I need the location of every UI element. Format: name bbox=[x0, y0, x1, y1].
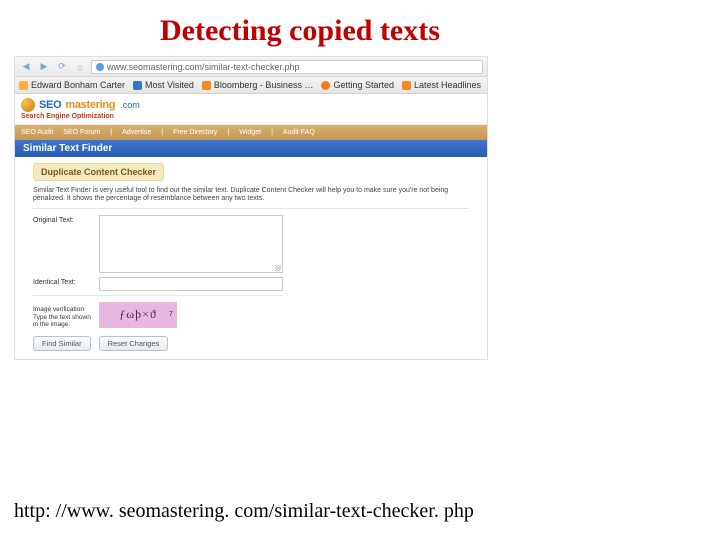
nav-widget[interactable]: Widget bbox=[239, 129, 261, 136]
bookmark-icon bbox=[202, 81, 211, 90]
tool-title-bar: Similar Text Finder bbox=[15, 140, 487, 157]
site-tagline: Search Engine Optimization bbox=[21, 113, 481, 120]
bookmark-icon bbox=[133, 81, 142, 90]
bookmark-label: Bloomberg - Business … bbox=[214, 80, 314, 90]
reset-button[interactable]: Reset Changes bbox=[99, 336, 169, 351]
find-similar-button[interactable]: Find Similar bbox=[33, 336, 91, 351]
label-original-text: Original Text: bbox=[33, 215, 93, 224]
browser-window: ◀ ▶ ⟳ ⌂ www.seomastering.com/similar-tex… bbox=[14, 56, 488, 360]
site-identity-icon bbox=[96, 63, 104, 71]
nav-seo-audit[interactable]: SEO Audit bbox=[21, 129, 53, 136]
footer-url-text: http: //www. seomastering. com/similar-t… bbox=[14, 500, 474, 523]
logo-ball-icon bbox=[21, 98, 35, 112]
label-identical-text: Identical Text: bbox=[33, 277, 93, 286]
content-area: Duplicate Content Checker Similar Text F… bbox=[15, 157, 487, 359]
home-icon[interactable]: ⌂ bbox=[73, 60, 87, 74]
bookmark-label: Most Visited bbox=[145, 80, 194, 90]
captcha-sup: 7 bbox=[169, 311, 173, 318]
browser-toolbar: ◀ ▶ ⟳ ⌂ www.seomastering.com/similar-tex… bbox=[15, 57, 487, 77]
nav-seo-forum[interactable]: SEO Forum bbox=[63, 129, 100, 136]
description-text: Similar Text Finder is very useful tool … bbox=[33, 187, 469, 204]
identical-text-input[interactable] bbox=[99, 277, 283, 291]
site-header: SEO mastering .com Search Engine Optimizat… bbox=[15, 94, 487, 125]
logo-text-com: .com bbox=[120, 100, 140, 110]
url-text: www.seomastering.com/similar-text-checke… bbox=[107, 62, 300, 72]
site-nav: SEO Audit SEO Forum | Advertise | Free D… bbox=[15, 125, 487, 140]
logo-text-mastering: mastering bbox=[65, 99, 115, 111]
page-title: Detecting copied texts bbox=[0, 0, 720, 56]
bookmark-getting-started[interactable]: Getting Started bbox=[321, 80, 394, 90]
bookmark-label: Getting Started bbox=[333, 80, 394, 90]
nav-free-directory[interactable]: Free Directory bbox=[173, 129, 217, 136]
original-text-input[interactable] bbox=[99, 215, 283, 273]
bookmark-label: Edward Bonham Carter bbox=[31, 80, 125, 90]
site-logo[interactable]: SEO mastering .com bbox=[21, 98, 481, 112]
reload-icon[interactable]: ⟳ bbox=[55, 60, 69, 74]
bookmark-bloomberg[interactable]: Bloomberg - Business … bbox=[202, 80, 314, 90]
nav-advertise[interactable]: Advertise bbox=[122, 129, 151, 136]
bookmark-icon bbox=[19, 81, 28, 90]
form: Original Text: Identical Text: Image ver… bbox=[33, 215, 283, 351]
back-icon[interactable]: ◀ bbox=[19, 60, 33, 74]
bookmark-icon bbox=[321, 81, 330, 90]
divider bbox=[33, 295, 283, 296]
panel-title: Duplicate Content Checker bbox=[33, 163, 164, 181]
captcha-label: Image verification Type the text shown i… bbox=[33, 306, 93, 327]
bookmark-label: Latest Headlines bbox=[414, 80, 481, 90]
forward-icon[interactable]: ▶ bbox=[37, 60, 51, 74]
bookmark-most-visited[interactable]: Most Visited bbox=[133, 80, 194, 90]
bookmark-headlines[interactable]: Latest Headlines bbox=[402, 80, 481, 90]
nav-audit-faq[interactable]: Audit FAQ bbox=[283, 129, 315, 136]
bookmarks-bar: Edward Bonham Carter Most Visited Bloomb… bbox=[15, 77, 487, 94]
bookmark-edward[interactable]: Edward Bonham Carter bbox=[19, 80, 125, 90]
captcha-image: ƒωþ×ϑ bbox=[99, 302, 177, 328]
logo-text-seo: SEO bbox=[39, 99, 61, 111]
divider bbox=[33, 208, 469, 209]
bookmark-icon bbox=[402, 81, 411, 90]
address-bar[interactable]: www.seomastering.com/similar-text-checke… bbox=[91, 60, 483, 74]
